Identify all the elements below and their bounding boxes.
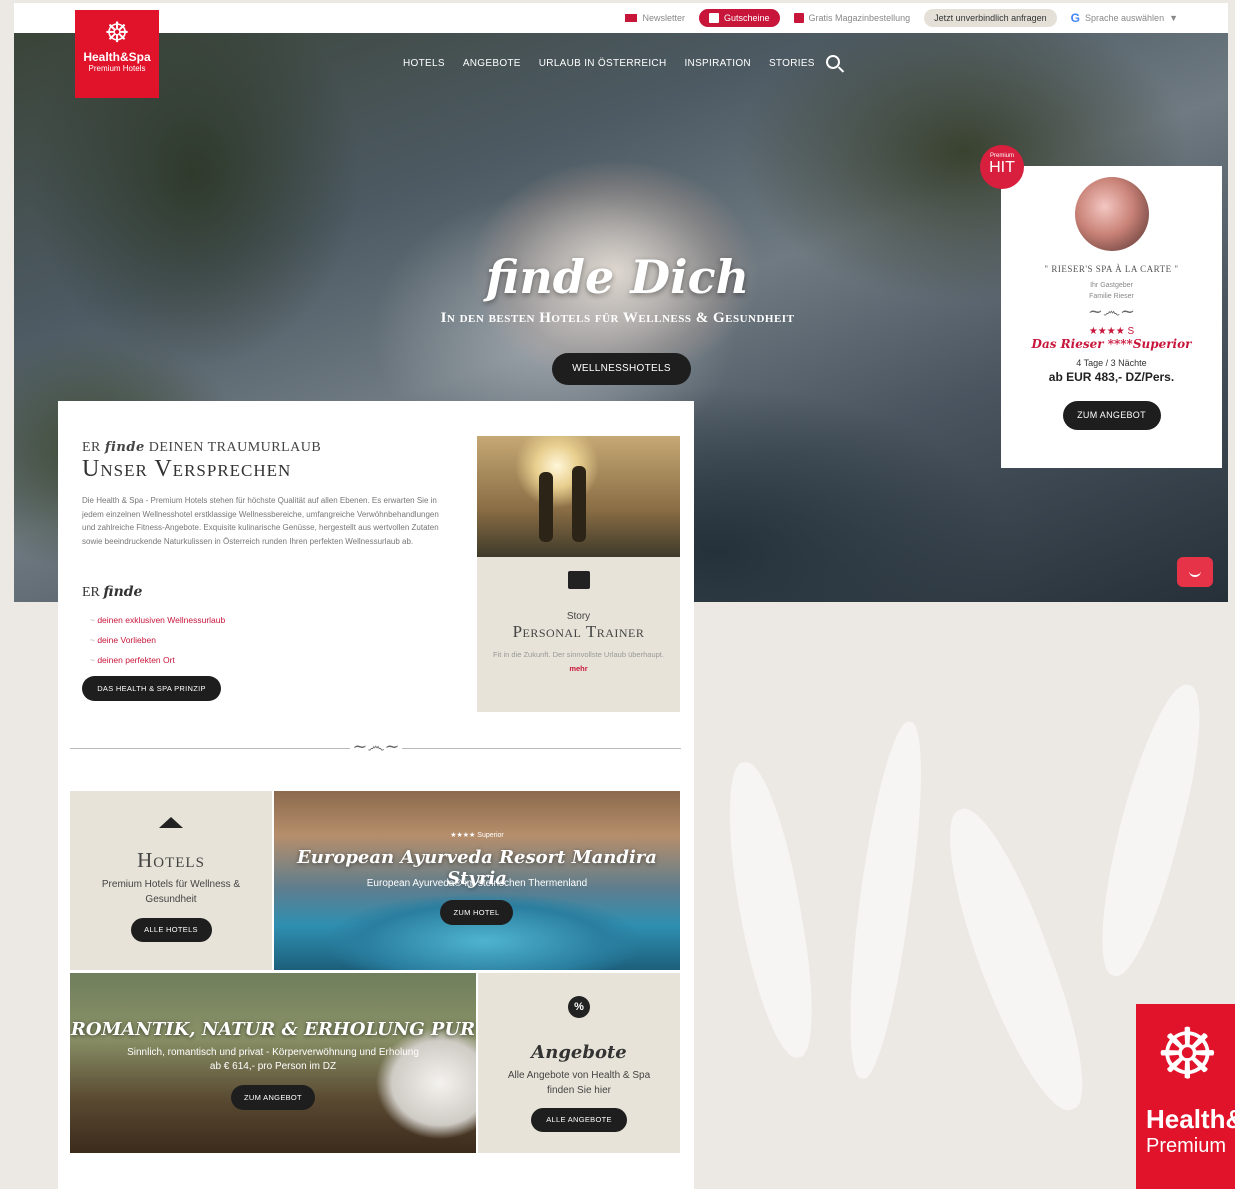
zum-angebot-button[interactable]: ZUM ANGEBOT xyxy=(231,1085,315,1110)
top-bar: Newsletter Gutscheine Gratis Magazinbest… xyxy=(14,3,1228,33)
house-icon xyxy=(159,817,183,828)
inquiry-button[interactable]: Jetzt unverbindlich anfragen xyxy=(924,9,1057,27)
chat-icon[interactable] xyxy=(1177,557,1213,587)
intro-title: Unser Versprechen xyxy=(82,456,292,482)
erfinde-list: deinen exklusiven Wellnessurlaub deine V… xyxy=(90,610,225,670)
promo-hotel-name[interactable]: Das Rieser ****Superior xyxy=(1001,337,1222,351)
romantik-offer-tile[interactable]: ROMANTIK, NATUR & ERHOLUNG PUR Sinnlich,… xyxy=(70,973,476,1153)
list-item[interactable]: deinen perfekten Ort xyxy=(90,650,225,670)
yoga-figure-icon: ☸ xyxy=(104,17,130,48)
prinzip-button[interactable]: DAS HEALTH & SPA PRINZIP xyxy=(82,676,221,701)
story-title[interactable]: Personal Trainer xyxy=(477,622,680,642)
nav-item-inspiration[interactable]: INSPIRATION xyxy=(684,58,750,69)
main-nav: HOTELS ANGEBOTE URLAUB IN ÖSTERREICH INS… xyxy=(403,58,815,69)
alle-hotels-button[interactable]: ALLE HOTELS xyxy=(130,918,212,942)
list-item[interactable]: deine Vorlieben xyxy=(90,630,225,650)
nav-item-hotels[interactable]: HOTELS xyxy=(403,58,445,69)
promo-price: ab EUR 483,- DZ/Pers. xyxy=(1048,370,1175,384)
story-image[interactable] xyxy=(477,436,680,557)
yoga-figure-icon: ☸ xyxy=(1156,1015,1219,1093)
premium-hit-badge: Premium HIT xyxy=(980,145,1024,189)
wellnesshotels-button[interactable]: WELLNESSHOTELS xyxy=(552,353,691,385)
corner-logo[interactable]: ☸ Health& Premium xyxy=(1136,1004,1235,1189)
gift-icon xyxy=(709,13,719,23)
ornament-icon: ~෴~ xyxy=(350,737,402,759)
chevron-down-icon: ▼ xyxy=(1169,13,1178,23)
newsletter-link[interactable]: Newsletter xyxy=(625,13,685,23)
angebote-tile: % Angebote Alle Angebote von Health & Sp… xyxy=(478,973,680,1153)
hotels-tile: Hotels Premium Hotels für Wellness & Ges… xyxy=(70,791,272,970)
story-more-link[interactable]: mehr xyxy=(569,664,587,673)
nav-item-urlaub[interactable]: URLAUB IN ÖSTERREICH xyxy=(539,58,667,69)
alle-angebote-button[interactable]: ALLE ANGEBOTE xyxy=(531,1108,627,1132)
percent-icon: % xyxy=(568,996,590,1018)
list-item[interactable]: deinen exklusiven Wellnessurlaub xyxy=(90,610,225,630)
magazine-link[interactable]: Gratis Magazinbestellung xyxy=(793,13,910,23)
language-select[interactable]: G Sprache auswählen ▼ xyxy=(1071,11,1178,25)
zum-hotel-button[interactable]: ZUM HOTEL xyxy=(440,900,513,925)
site-logo[interactable]: ☸ Health&Spa Premium Hotels xyxy=(75,10,159,98)
search-icon[interactable] xyxy=(826,55,840,69)
intro-text: Die Health & Spa - Premium Hotels stehen… xyxy=(82,496,439,546)
nav-item-stories[interactable]: STORIES xyxy=(769,58,815,69)
zum-angebot-button[interactable]: ZUM ANGEBOT xyxy=(1062,401,1161,430)
erfinde-heading: ER finde xyxy=(82,584,143,600)
ornament-icon: ~෴~ xyxy=(1087,301,1136,322)
pool-hotel-tile[interactable]: ★★★★ Superior European Ayurveda Resort M… xyxy=(274,791,680,970)
intro-kicker: ER finde DEINEN TRAUMURLAUB xyxy=(82,440,322,455)
google-icon: G xyxy=(1070,11,1081,25)
gutscheine-button[interactable]: Gutscheine xyxy=(699,9,780,27)
mail-icon xyxy=(625,14,638,22)
book-icon xyxy=(793,13,804,23)
nav-item-angebote[interactable]: ANGEBOTE xyxy=(463,58,521,69)
promo-card: " RIESER'S SPA À LA CARTE " Ihr Gastgebe… xyxy=(1001,166,1222,468)
promo-avatar xyxy=(1074,177,1149,251)
book-icon xyxy=(567,571,590,589)
story-card: Story Personal Trainer Fit in die Zukunf… xyxy=(477,557,680,712)
